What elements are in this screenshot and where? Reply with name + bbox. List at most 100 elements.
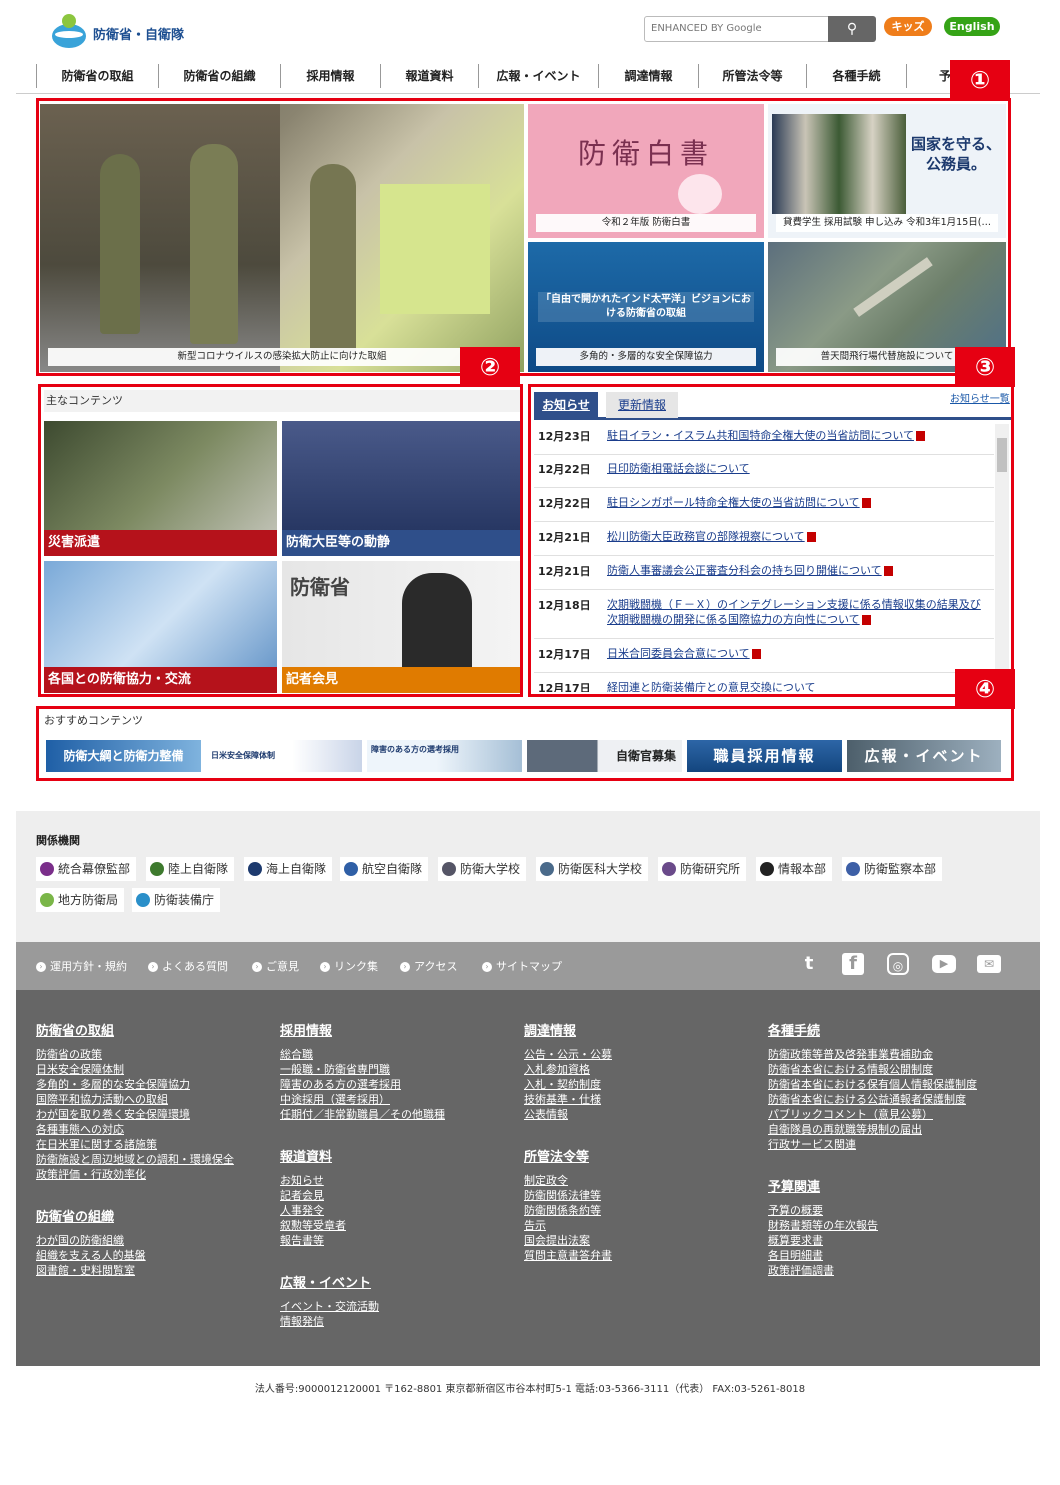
footer-link[interactable]: 図書館・史料閲覧室 xyxy=(36,1263,234,1278)
chevron-right-icon: › xyxy=(36,962,46,972)
footer-link[interactable]: 防衛施設と周辺地域との調和・環境保全 xyxy=(36,1152,234,1167)
footer-link[interactable]: 日米安全保障体制 xyxy=(36,1062,234,1077)
footer-link[interactable]: 障害のある方の選考採用 xyxy=(280,1077,445,1092)
highlight-box-2 xyxy=(38,384,523,697)
kids-button[interactable]: キッズ xyxy=(884,17,932,36)
utility-link[interactable]: › よくある質問 xyxy=(148,958,228,974)
global-nav-item[interactable]: 採用情報 xyxy=(280,64,380,88)
youtube-icon[interactable]: ▶ xyxy=(932,955,956,973)
footer-link[interactable]: 質問主意書答弁書 xyxy=(524,1248,612,1263)
footer-link[interactable]: わが国の防衛組織 xyxy=(36,1233,234,1248)
footer-link[interactable]: 情報発信 xyxy=(280,1314,445,1329)
org-link[interactable]: 防衛装備庁 xyxy=(132,888,221,912)
footer-link[interactable]: 予算の概要 xyxy=(768,1203,977,1218)
footer-link[interactable]: 告示 xyxy=(524,1218,612,1233)
regional-bureau-icon xyxy=(40,893,54,907)
twitter-icon[interactable]: t xyxy=(797,953,821,975)
footer-link[interactable]: 自衛隊員の再就職等規制の届出 xyxy=(768,1122,977,1137)
footer-link[interactable]: 政策評価調書 xyxy=(768,1263,977,1278)
footer-link[interactable]: 防衛省本省における情報公開制度 xyxy=(768,1062,977,1077)
footer-heading[interactable]: 採用情報 xyxy=(280,1020,445,1039)
mail-icon[interactable]: ✉ xyxy=(977,955,1001,973)
english-button[interactable]: English xyxy=(944,17,1000,36)
org-link[interactable]: 防衛医科大学校 xyxy=(536,857,649,881)
footer-link[interactable]: 人事発令 xyxy=(280,1203,445,1218)
footer-link[interactable]: 国際平和協力活動への取組 xyxy=(36,1092,234,1107)
global-nav-item[interactable]: 所管法令等 xyxy=(698,64,806,88)
utility-link[interactable]: › リンク集 xyxy=(320,958,378,974)
global-nav-item[interactable]: 調達情報 xyxy=(598,64,698,88)
global-nav-item[interactable]: 防衛省の取組 xyxy=(36,64,158,88)
chevron-right-icon: › xyxy=(148,962,158,972)
footer-link[interactable]: 記者会見 xyxy=(280,1188,445,1203)
footer-heading[interactable]: 防衛省の組織 xyxy=(36,1206,234,1225)
footer-link[interactable]: 総合職 xyxy=(280,1047,445,1062)
footer-link[interactable]: 一般職・防衛省専門職 xyxy=(280,1062,445,1077)
footer-link[interactable]: 任期付／非常勤職員／その他職種 xyxy=(280,1107,445,1122)
footer-heading[interactable]: 報道資料 xyxy=(280,1146,445,1165)
footer-link[interactable]: 在日米軍に関する諸施策 xyxy=(36,1137,234,1152)
footer-link[interactable]: パブリックコメント（意見公募） xyxy=(768,1107,977,1122)
footer-link[interactable]: 国会提出法案 xyxy=(524,1233,612,1248)
instagram-icon[interactable]: ◎ xyxy=(887,953,909,975)
footer-link[interactable]: 報告書等 xyxy=(280,1233,445,1248)
marker-4: ④ xyxy=(955,669,1015,709)
footer-link[interactable]: お知らせ xyxy=(280,1173,445,1188)
search-button[interactable]: ⚲ xyxy=(828,16,876,42)
footer-link[interactable]: 概算要求書 xyxy=(768,1233,977,1248)
org-link[interactable]: 防衛研究所 xyxy=(658,857,747,881)
footer-link[interactable]: 組織を支える人的基盤 xyxy=(36,1248,234,1263)
utility-link-label: 運用方針・規約 xyxy=(50,960,127,973)
footer-link[interactable]: 防衛関係法律等 xyxy=(524,1188,612,1203)
org-link[interactable]: 陸上自衛隊 xyxy=(146,857,235,881)
facebook-icon[interactable]: f xyxy=(842,953,864,975)
org-link[interactable]: 情報本部 xyxy=(756,857,833,881)
org-link[interactable]: 防衛監察本部 xyxy=(842,857,943,881)
footer-link[interactable]: 防衛省の政策 xyxy=(36,1047,234,1062)
site-logo[interactable]: 防衛省・自衛隊 xyxy=(50,14,200,52)
ministry-emblem-icon xyxy=(50,14,88,52)
footer-link[interactable]: 多角的・多層的な安全保障協力 xyxy=(36,1077,234,1092)
utility-link[interactable]: › ご意見 xyxy=(252,958,299,974)
org-link[interactable]: 統合幕僚監部 xyxy=(36,857,137,881)
footer-link[interactable]: イベント・交流活動 xyxy=(280,1299,445,1314)
footer-link[interactable]: 入札・契約制度 xyxy=(524,1077,612,1092)
footer-link[interactable]: 各種事態への対応 xyxy=(36,1122,234,1137)
footer-link[interactable]: 防衛省本省における保有個人情報保護制度 xyxy=(768,1077,977,1092)
org-link[interactable]: 航空自衛隊 xyxy=(340,857,429,881)
footer-link[interactable]: 技術基準・仕様 xyxy=(524,1092,612,1107)
footer-heading[interactable]: 調達情報 xyxy=(524,1020,612,1039)
footer-link[interactable]: 財務書類等の年次報告 xyxy=(768,1218,977,1233)
global-nav-item[interactable]: 防衛省の組織 xyxy=(158,64,280,88)
footer-heading[interactable]: 所管法令等 xyxy=(524,1146,612,1165)
org-label: 統合幕僚監部 xyxy=(58,862,131,876)
footer-link[interactable]: 各目明細書 xyxy=(768,1248,977,1263)
utility-link[interactable]: › アクセス xyxy=(400,958,457,974)
footer-heading[interactable]: 広報・イベント xyxy=(280,1272,445,1291)
org-link[interactable]: 地方防衛局 xyxy=(36,888,125,912)
footer-link[interactable]: 政策評価・行政効率化 xyxy=(36,1167,234,1182)
utility-link[interactable]: › 運用方針・規約 xyxy=(36,958,127,974)
footer-link[interactable]: 防衛省本省における公益通報者保護制度 xyxy=(768,1092,977,1107)
footer-heading[interactable]: 防衛省の取組 xyxy=(36,1020,234,1039)
org-link[interactable]: 海上自衛隊 xyxy=(244,857,333,881)
footer-link[interactable]: 制定政令 xyxy=(524,1173,612,1188)
search-input[interactable]: ENHANCED BY Google xyxy=(644,16,830,42)
global-nav-item[interactable]: 広報・イベント xyxy=(478,64,598,88)
global-nav-item[interactable]: 報道資料 xyxy=(380,64,478,88)
footer-link[interactable]: 入札参加資格 xyxy=(524,1062,612,1077)
footer-link[interactable]: わが国を取り巻く安全保障環境 xyxy=(36,1107,234,1122)
utility-link[interactable]: › サイトマップ xyxy=(482,958,562,974)
footer-link[interactable]: 叙勲等受章者 xyxy=(280,1218,445,1233)
footer-link[interactable]: 行政サービス関連 xyxy=(768,1137,977,1152)
footer-link[interactable]: 公表情報 xyxy=(524,1107,612,1122)
footer-link[interactable]: 中途採用（選考採用） xyxy=(280,1092,445,1107)
footer-heading[interactable]: 各種手続 xyxy=(768,1020,977,1039)
global-nav-item[interactable]: 各種手続 xyxy=(806,64,906,88)
footer-heading[interactable]: 予算関連 xyxy=(768,1176,977,1195)
defense-academy-icon xyxy=(442,862,456,876)
footer-link[interactable]: 公告・公示・公募 xyxy=(524,1047,612,1062)
footer-link[interactable]: 防衛政策等普及啓発事業費補助金 xyxy=(768,1047,977,1062)
org-link[interactable]: 防衛大学校 xyxy=(438,857,527,881)
footer-link[interactable]: 防衛関係条約等 xyxy=(524,1203,612,1218)
